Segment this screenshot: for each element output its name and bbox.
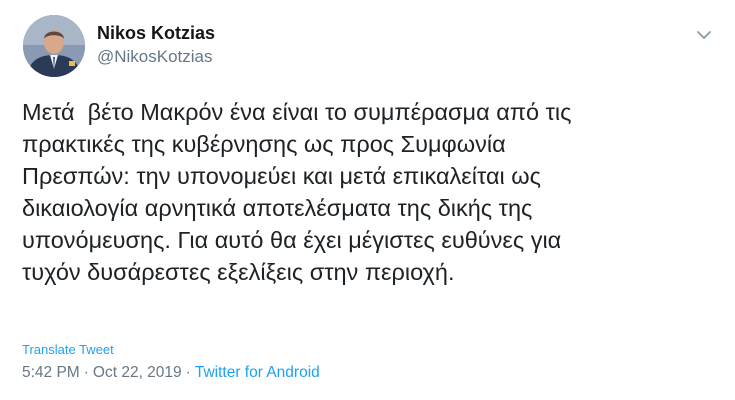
- tweet-source-link[interactable]: Twitter for Android: [195, 364, 320, 381]
- tweet-text: Μετά βέτο Μακρόν ένα είναι το συμπέρασμα…: [22, 99, 572, 285]
- meta-separator: ·: [83, 364, 89, 381]
- avatar-image: [23, 15, 85, 77]
- tweet-time[interactable]: 5:42 PM: [22, 364, 80, 381]
- tweet-date[interactable]: Oct 22, 2019: [93, 364, 182, 381]
- author-display-name[interactable]: Nikos Kotzias: [97, 22, 215, 44]
- tweet-metadata: 5:42 PM · Oct 22, 2019 · Twitter for Android: [22, 363, 320, 383]
- author-block: Nikos Kotzias @NikosKotzias: [97, 22, 215, 68]
- translate-tweet-link[interactable]: Translate Tweet: [22, 342, 114, 358]
- chevron-down-icon[interactable]: [693, 24, 715, 46]
- avatar[interactable]: [23, 15, 85, 77]
- tweet-card: Nikos Kotzias @NikosKotzias Μετά βέτο Μα…: [0, 0, 735, 400]
- author-handle[interactable]: @NikosKotzias: [97, 46, 215, 68]
- meta-separator: ·: [185, 364, 191, 381]
